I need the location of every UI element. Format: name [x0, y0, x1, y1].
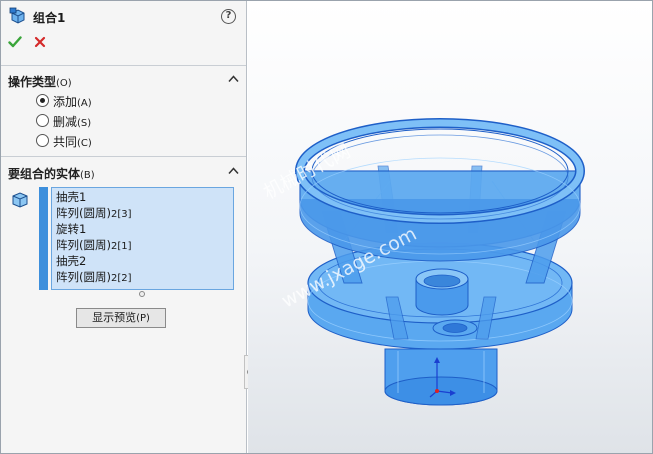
- radio-label-add: 添加: [53, 95, 78, 109]
- cancel-x-icon[interactable]: [34, 36, 46, 48]
- radio-button-subtract[interactable]: [36, 114, 49, 127]
- radio-label-subtract: 删减: [53, 115, 78, 129]
- separator: [1, 65, 247, 66]
- bodies-to-combine-header[interactable]: 要组合的实体(B): [1, 162, 247, 182]
- list-item[interactable]: 阵列(圆周)2[1]: [56, 237, 132, 253]
- graphics-viewport[interactable]: 机械时代网 www.jxage.com: [248, 1, 652, 453]
- operation-type-header[interactable]: 操作类型(O): [1, 70, 247, 90]
- selection-active-indicator: [39, 187, 48, 290]
- help-icon[interactable]: ?: [221, 9, 236, 24]
- list-item[interactable]: 抽壳2: [56, 253, 86, 269]
- list-resize-handle[interactable]: [139, 291, 145, 297]
- feature-title: 组合1: [33, 11, 66, 25]
- combined-body-model[interactable]: [248, 1, 652, 453]
- separator: [1, 156, 247, 157]
- feature-header: 组合1 ?: [1, 1, 247, 31]
- chevron-up-icon[interactable]: [228, 74, 239, 84]
- property-manager: 组合1 ? 操作类型(O) 添加(A) 删减(S) 共同(C) 要组合的实体(B…: [1, 1, 247, 453]
- ok-checkmark-icon[interactable]: [8, 35, 22, 49]
- list-item[interactable]: 旋转1: [56, 221, 86, 237]
- radio-button-common[interactable]: [36, 134, 49, 147]
- list-item[interactable]: 阵列(圆周)2[3]: [56, 205, 132, 221]
- bodies-selection-list[interactable]: 抽壳1 阵列(圆周)2[3] 旋转1 阵列(圆周)2[1] 抽壳2 阵列(圆周)…: [51, 187, 234, 290]
- list-item[interactable]: 抽壳1: [56, 189, 86, 205]
- radio-label-common: 共同: [53, 135, 78, 149]
- operation-type-label: 操作类型(O): [8, 75, 72, 89]
- solid-body-icon: [12, 192, 28, 208]
- chevron-up-icon[interactable]: [228, 166, 239, 176]
- show-preview-button[interactable]: 显示预览(P): [76, 308, 166, 328]
- bodies-to-combine-label: 要组合的实体(B): [8, 167, 95, 181]
- radio-button-add[interactable]: [36, 94, 49, 107]
- combine-feature-icon: [9, 7, 25, 24]
- list-item[interactable]: 阵列(圆周)2[2]: [56, 269, 132, 285]
